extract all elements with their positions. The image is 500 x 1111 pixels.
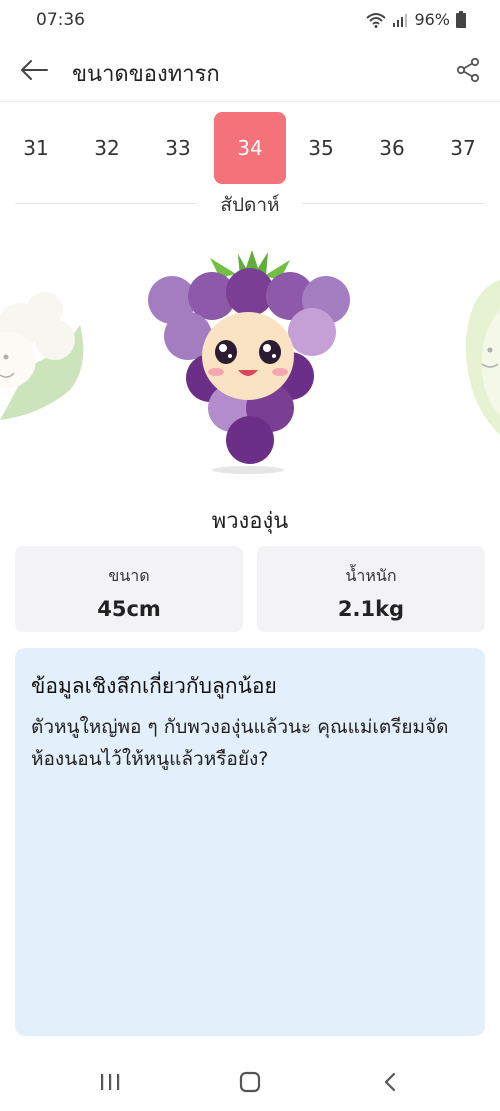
status-time: 07:36 (36, 10, 85, 30)
week-item-35[interactable]: 35 (285, 112, 357, 184)
status-icons: 96% (366, 10, 466, 29)
week-label: สัปดาห์ (220, 194, 280, 216)
battery-percent: 96% (414, 10, 450, 29)
week-item-31[interactable]: 31 (0, 112, 72, 184)
battery-icon (456, 11, 466, 28)
fruit-carousel[interactable] (0, 230, 500, 490)
recent-apps-icon (101, 1074, 120, 1090)
size-label: ขนาด (108, 566, 150, 585)
lettuce-icon[interactable] (460, 270, 500, 440)
weight-value: 2.1kg (337, 597, 405, 621)
weight-card: น้ำหนัก 2.1kg (257, 546, 485, 632)
insight-body: ตัวหนูใหญ่พอ ๆ กับพวงองุ่นแล้วนะ คุณแม่เ… (31, 716, 449, 770)
weight-label: น้ำหนัก (345, 566, 397, 585)
insight-card: ข้อมูลเชิงลึกเกี่ยวกับลูกน้อย ตัวหนูใหญ่… (15, 648, 485, 1036)
week-selector: 31 32 33 34 35 36 37 (0, 112, 500, 184)
nav-back-button[interactable] (370, 1064, 410, 1100)
week-item-37[interactable]: 37 (427, 112, 499, 184)
arrow-left-icon (21, 60, 48, 80)
week-item-34-selected[interactable]: 34 (214, 112, 286, 184)
home-button[interactable] (230, 1064, 270, 1100)
grape-character-icon[interactable] (140, 248, 360, 488)
system-nav-bar (0, 1050, 500, 1111)
share-icon (456, 57, 480, 83)
size-value: 45cm (97, 597, 161, 621)
recent-apps-button[interactable] (90, 1064, 130, 1100)
back-button[interactable] (16, 52, 52, 88)
signal-icon (393, 13, 408, 27)
fruit-name: พวงองุ่น (211, 509, 289, 534)
share-button[interactable] (450, 52, 486, 88)
size-card: ขนาด 45cm (15, 546, 243, 632)
week-item-36[interactable]: 36 (356, 112, 428, 184)
app-bar: ขนาดของทารก (0, 40, 500, 102)
wifi-icon (366, 12, 387, 28)
page-title: ขนาดของทารก (72, 62, 220, 87)
week-item-32[interactable]: 32 (71, 112, 143, 184)
home-icon (239, 1071, 261, 1093)
insight-title: ข้อมูลเชิงลึกเกี่ยวกับลูกน้อย (31, 674, 277, 698)
cauliflower-icon[interactable] (0, 285, 90, 435)
week-divider-right (302, 203, 485, 204)
back-icon (384, 1072, 396, 1092)
status-bar: 07:36 96% (0, 0, 500, 40)
week-item-33[interactable]: 33 (142, 112, 214, 184)
